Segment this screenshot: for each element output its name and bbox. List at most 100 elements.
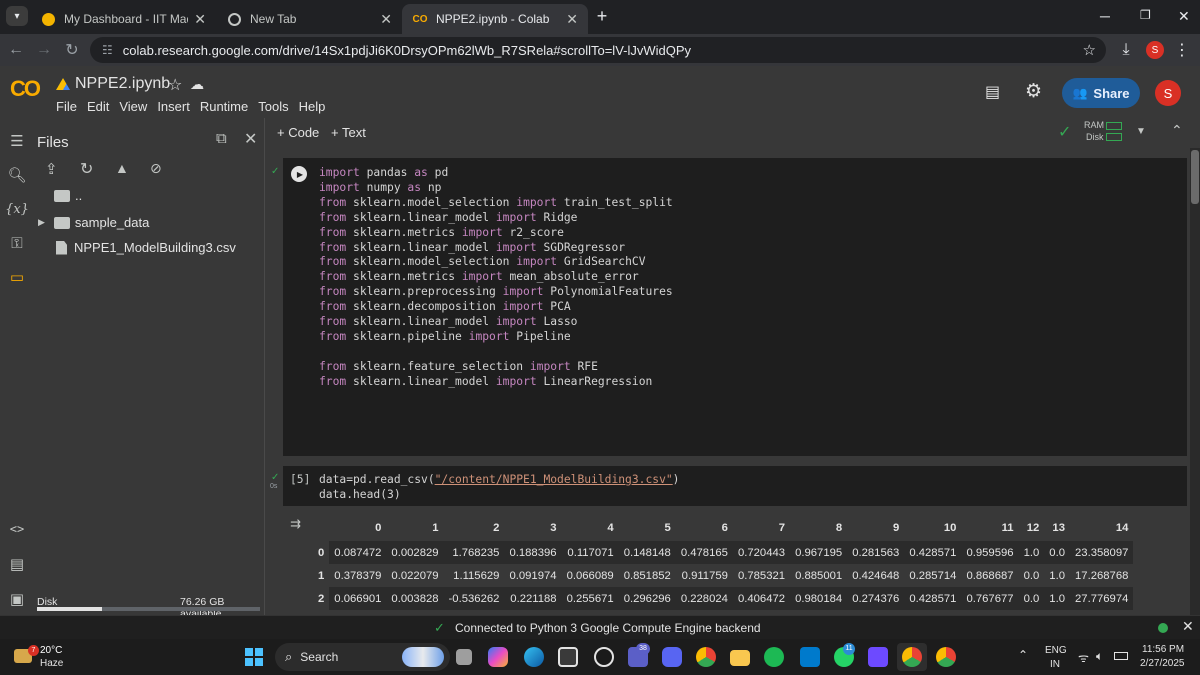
tab-colab[interactable]: CO NPPE2.ipynb - Colab ✕ [402,4,588,34]
clock-date[interactable]: 2/27/2025 [1140,658,1185,669]
close-icon[interactable]: ✕ [566,11,578,28]
colab-header: CO NPPE2.ipynb ☆ ☁ File Edit View Insert… [0,66,1200,118]
menu-bar: File Edit View Insert Runtime Tools Help [56,99,335,114]
mount-drive-icon[interactable]: ▲ [115,160,129,176]
menu-item[interactable]: File [56,99,77,114]
menu-item[interactable]: Edit [87,99,109,114]
share-button[interactable]: 👥 Share [1062,78,1140,108]
chrome-profile-icon[interactable] [902,647,922,667]
add-text-button[interactable]: + Text [331,125,366,140]
close-icon[interactable]: ✕ [194,11,206,28]
browser-menu-button[interactable]: ⋮ [1172,40,1192,60]
terminal-icon[interactable]: ▣ [6,588,28,610]
vscode-icon[interactable] [800,647,820,667]
find-icon[interactable]: 🔍︎ [6,164,28,186]
start-button[interactable] [245,648,263,666]
menu-item[interactable]: Insert [157,99,190,114]
disk-meter[interactable] [1106,133,1122,141]
command-palette-icon[interactable]: ▤ [6,553,28,575]
secrets-key-icon[interactable]: ⚿ [6,232,28,254]
chevron-right-icon[interactable]: ▶ [38,217,45,228]
settings-button[interactable]: ⚙ [1025,80,1042,103]
toc-icon[interactable]: ☰ [6,130,28,152]
code-cell-1[interactable]: ▶ import pandas as pd import numpy as np f… [283,158,1187,456]
edge-icon[interactable] [524,647,544,667]
battery-icon[interactable] [1114,652,1128,660]
cell2-code[interactable]: data=pd.read_csv("/content/NPPE1_ModelBu… [319,473,679,503]
task-view-icon[interactable] [456,649,472,665]
tray-chevron-icon[interactable]: ⌃ [1018,648,1028,662]
status-close-icon[interactable]: ✕ [1182,618,1194,635]
menu-item[interactable]: Runtime [200,99,248,114]
restore-button[interactable]: ❐ [1140,8,1151,22]
tab-search-button[interactable]: ▾ [6,6,28,26]
code-cell-2[interactable]: [5] data=pd.read_csv("/content/NPPE1_Mod… [283,466,1187,506]
clock-time[interactable]: 11:56 PM [1142,644,1184,655]
upload-icon[interactable]: ⇪ [45,160,58,178]
lang-bottom[interactable]: IN [1050,659,1060,670]
taskbar-search[interactable]: ⌕ Search [275,643,450,671]
table-cell: 0.885001 [795,569,843,582]
open-in-tab-icon[interactable]: ⧉ [216,130,227,147]
variables-icon[interactable]: {x} [5,198,29,220]
file-row-csv[interactable]: NPPE1_ModelBuilding3.csv [56,240,236,255]
close-panel-icon[interactable]: ✕ [244,129,257,149]
output-actions-icon[interactable]: ⇉ [290,516,301,532]
file-explorer-icon[interactable] [730,650,750,666]
code-token: "/content/NPPE1_ModelBuilding3.csv" [434,473,673,486]
downloads-button[interactable]: ⤓ [1116,40,1136,60]
notebook-scrollbar[interactable] [1190,148,1200,615]
notebook-title[interactable]: NPPE2.ipynb [75,75,170,93]
spotify-icon[interactable] [764,647,784,667]
menu-item[interactable]: View [119,99,147,114]
bookmark-star-icon[interactable]: ☆ [1083,41,1096,59]
forward-button[interactable]: → [34,40,54,60]
code-snippets-icon[interactable]: <> [6,518,28,540]
profile-avatar[interactable]: S [1146,41,1164,59]
weather-widget[interactable]: 7 20°C Haze [8,643,108,671]
copilot-icon[interactable] [488,647,508,667]
reload-button[interactable]: ↻ [62,40,82,60]
run-cell-button[interactable]: ▶ [291,166,307,182]
volume-icon[interactable]: 🔈︎ [1096,649,1103,664]
proton-icon[interactable] [868,647,888,667]
address-bar[interactable]: ☷ colab.research.google.com/drive/14Sx1p… [90,37,1106,63]
user-avatar[interactable]: S [1155,80,1181,106]
close-icon[interactable]: ✕ [380,11,392,28]
xbox-icon[interactable] [594,647,614,667]
collapse-header-button[interactable]: ⌃ [1171,122,1183,139]
new-tab-button[interactable]: + [592,6,612,26]
tab-new-tab[interactable]: New Tab ✕ [216,4,402,34]
add-code-button[interactable]: + Code [277,125,319,140]
chrome-profile-2-icon[interactable] [936,647,956,667]
minimize-button[interactable]: ─ [1100,8,1110,24]
hide-files-icon[interactable]: ⊘ [150,160,162,177]
weather-temp: 20°C [40,645,63,656]
menu-item[interactable]: Help [299,99,326,114]
star-icon[interactable]: ☆ [168,75,182,95]
lang-top[interactable]: ENG [1045,645,1067,656]
code-token: data=pd.read_csv( [319,473,435,486]
cell1-code[interactable]: import pandas as pd import numpy as np fro… [319,166,673,390]
menu-item[interactable]: Tools [258,99,288,114]
runtime-dropdown[interactable]: ▼ [1136,126,1146,137]
window-close-button[interactable]: ✕ [1178,8,1190,25]
code-token: from [319,374,347,388]
comments-button[interactable]: ▤ [985,82,1005,101]
ram-meter[interactable] [1106,122,1122,130]
file-row-parent[interactable]: .. [54,188,82,203]
refresh-icon[interactable]: ↻ [80,159,93,179]
colab-logo[interactable]: CO [10,76,41,102]
scrollbar-thumb[interactable] [1191,150,1199,204]
cloud-saved-icon[interactable]: ☁ [190,76,204,93]
tab-dashboard[interactable]: My Dashboard - IIT Madras Onl ✕ [30,4,216,34]
chrome-icon[interactable] [696,647,716,667]
site-info-icon[interactable]: ☷ [102,43,113,57]
arrow-left-icon: ← [8,41,24,58]
store-icon[interactable] [558,647,578,667]
file-row-sample-data[interactable]: ▶ sample_data [38,215,149,230]
files-folder-icon[interactable]: ▭ [6,266,28,288]
wifi-icon[interactable]: ᯤ [1078,649,1089,666]
discord-icon[interactable] [662,647,682,667]
back-button[interactable]: ← [6,40,26,60]
